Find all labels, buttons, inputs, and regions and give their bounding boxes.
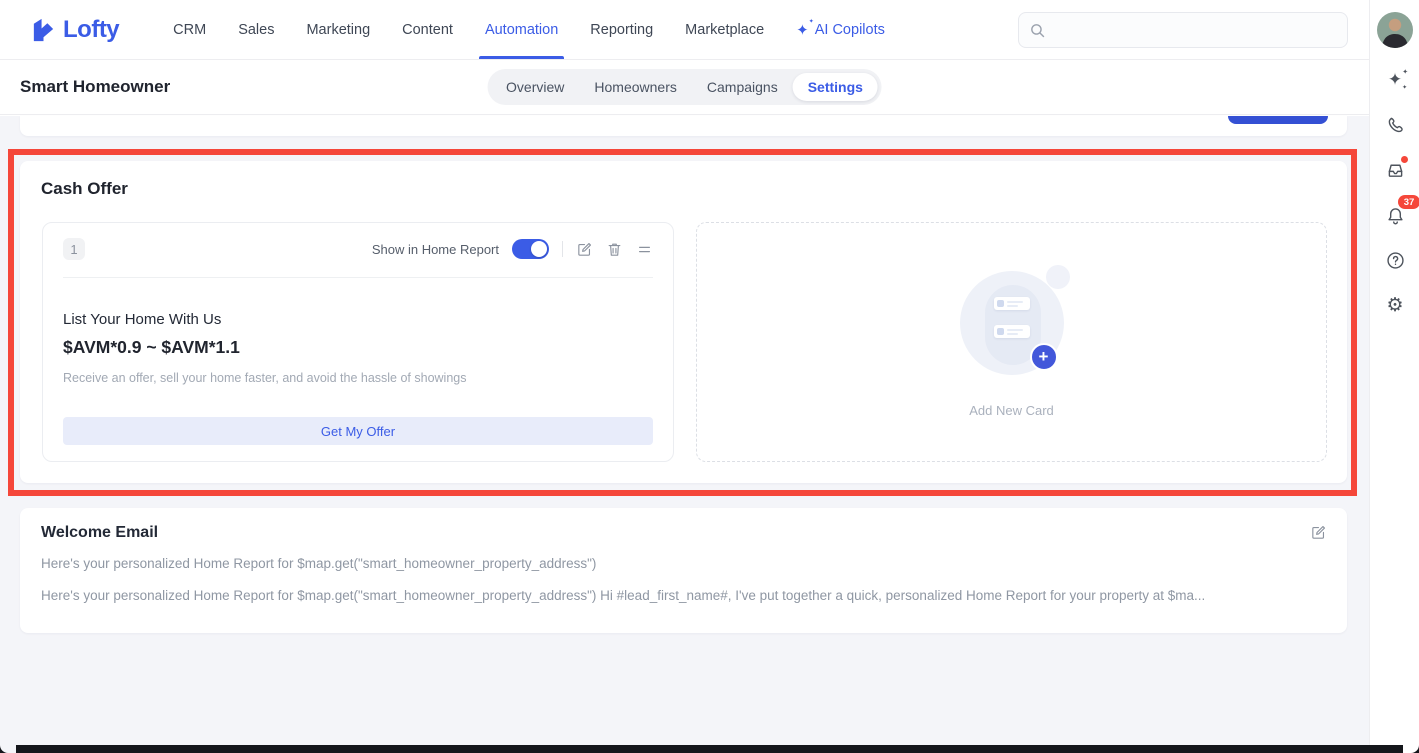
avatar-photo xyxy=(1377,12,1413,48)
nav-item-automation[interactable]: Automation xyxy=(469,0,574,59)
show-in-home-report-toggle[interactable] xyxy=(512,239,549,259)
global-search[interactable] xyxy=(1018,12,1348,48)
welcome-email-section: Welcome Email Here's your personalized H… xyxy=(20,508,1347,633)
lofty-logo[interactable]: Lofty xyxy=(30,16,119,44)
nav-item-ai-copilots[interactable]: ✦ AI Copilots xyxy=(780,0,901,59)
edit-icon xyxy=(1310,524,1327,541)
nav-item-content[interactable]: Content xyxy=(386,0,469,59)
edit-welcome-email-button[interactable] xyxy=(1310,524,1327,541)
tab-group: Overview Homeowners Campaigns Settings xyxy=(487,69,882,105)
lofty-logo-icon xyxy=(30,16,57,43)
card-index-badge: 1 xyxy=(63,238,85,260)
phone-icon xyxy=(1385,115,1406,136)
ai-assistant-button[interactable]: ✦ xyxy=(1383,68,1407,92)
page-header: Smart Homeowner Overview Homeowners Camp… xyxy=(0,60,1369,115)
edit-card-button[interactable] xyxy=(576,241,593,258)
add-card-illustration: + xyxy=(952,265,1072,385)
drag-handle-icon xyxy=(636,241,653,258)
top-navbar: Lofty CRM Sales Marketing Content Automa… xyxy=(0,0,1369,60)
inbox-alert-dot xyxy=(1400,155,1409,164)
window-bottom-edge xyxy=(0,745,1419,753)
settings-button[interactable]: ⚙ xyxy=(1383,293,1407,317)
get-my-offer-button[interactable]: Get My Offer xyxy=(63,417,653,445)
nav-item-label: AI Copilots xyxy=(815,22,885,38)
cash-offer-section: Cash Offer 1 Show in Home Report xyxy=(20,161,1347,483)
tab-campaigns[interactable]: Campaigns xyxy=(692,73,793,101)
edit-icon xyxy=(576,241,593,258)
clipped-primary-button[interactable] xyxy=(1228,116,1328,124)
cash-offer-title: Cash Offer xyxy=(41,179,128,199)
divider xyxy=(562,241,563,257)
add-new-card-dropzone[interactable]: + Add New Card xyxy=(696,222,1327,462)
brand-name: Lofty xyxy=(63,16,119,44)
divider xyxy=(63,277,653,278)
gear-icon: ⚙ xyxy=(1386,294,1403,316)
main-nav: CRM Sales Marketing Content Automation R… xyxy=(157,0,901,59)
right-icon-rail: ✦ 37 ⚙ xyxy=(1369,0,1419,745)
search-input[interactable] xyxy=(1054,23,1337,38)
app-window: Lofty CRM Sales Marketing Content Automa… xyxy=(0,0,1419,753)
welcome-email-body-preview: Here's your personalized Home Report for… xyxy=(41,588,1323,603)
show-in-home-report-label: Show in Home Report xyxy=(372,242,499,257)
drag-card-button[interactable] xyxy=(636,241,653,258)
cash-offer-card-header: 1 Show in Home Report xyxy=(43,223,673,275)
inbox-button[interactable] xyxy=(1383,158,1407,182)
nav-item-reporting[interactable]: Reporting xyxy=(574,0,669,59)
nav-item-crm[interactable]: CRM xyxy=(157,0,222,59)
sparkle-icon: ✦ xyxy=(796,21,809,39)
trash-icon xyxy=(606,241,623,258)
settings-content: Cash Offer 1 Show in Home Report xyxy=(0,116,1369,745)
previous-section-card-clipped xyxy=(20,116,1347,136)
offer-price-formula: $AVM*0.9 ~ $AVM*1.1 xyxy=(63,337,240,358)
offer-description: Receive an offer, sell your home faster,… xyxy=(63,371,466,385)
notifications-button[interactable]: 37 xyxy=(1383,203,1407,227)
tab-homeowners[interactable]: Homeowners xyxy=(579,73,691,101)
welcome-email-title: Welcome Email xyxy=(41,524,158,542)
dialer-button[interactable] xyxy=(1383,113,1407,137)
tab-settings[interactable]: Settings xyxy=(793,73,878,101)
nav-item-marketplace[interactable]: Marketplace xyxy=(669,0,780,59)
tab-overview[interactable]: Overview xyxy=(491,73,579,101)
delete-card-button[interactable] xyxy=(606,241,623,258)
welcome-email-subject-preview: Here's your personalized Home Report for… xyxy=(41,556,1323,571)
notification-count-badge: 37 xyxy=(1398,195,1419,209)
nav-item-sales[interactable]: Sales xyxy=(222,0,290,59)
plus-icon[interactable]: + xyxy=(1030,343,1058,371)
ai-sparkle-icon: ✦ xyxy=(1388,70,1402,90)
search-icon xyxy=(1029,22,1046,39)
add-new-card-label: Add New Card xyxy=(697,403,1326,418)
help-icon xyxy=(1385,250,1406,271)
help-button[interactable] xyxy=(1383,248,1407,272)
cash-offer-card: 1 Show in Home Report xyxy=(42,222,674,462)
user-avatar[interactable] xyxy=(1377,12,1413,48)
page-title: Smart Homeowner xyxy=(20,77,170,97)
offer-headline: List Your Home With Us xyxy=(63,311,221,328)
nav-item-marketing[interactable]: Marketing xyxy=(290,0,386,59)
